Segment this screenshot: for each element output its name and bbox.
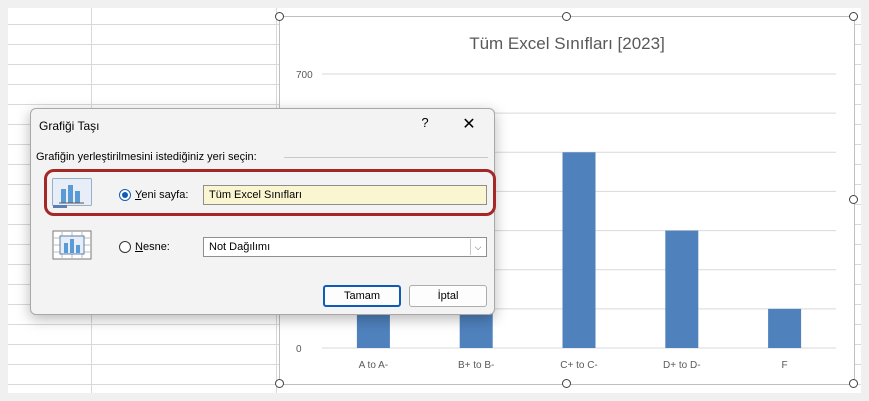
new-sheet-label[interactable]: Yeni sayfa: — [135, 189, 188, 201]
new-sheet-chart-icon — [52, 178, 92, 208]
x-tick-label: D+ to D- — [663, 360, 701, 371]
dialog-title: Grafiği Taşı — [39, 119, 100, 133]
object-sheet-value: Not Dağılımı — [209, 241, 271, 253]
resize-handle-top-center[interactable] — [562, 12, 571, 21]
bar-d-to-d- — [665, 230, 699, 348]
object-chart-icon — [52, 230, 92, 260]
bar-c-to-c- — [562, 152, 596, 348]
y-tick-label: 700 — [296, 70, 313, 81]
resize-handle-top-left[interactable] — [275, 12, 284, 21]
resize-handle-bottom-right[interactable] — [849, 379, 858, 388]
prompt-separator — [284, 157, 488, 158]
new-sheet-name-input[interactable]: Tüm Excel Sınıfları — [203, 185, 487, 205]
x-tick-label: A to A- — [359, 360, 388, 371]
bar-f — [768, 308, 802, 348]
close-button[interactable]: ✕ — [459, 114, 479, 134]
chevron-down-icon[interactable]: ⌵ — [470, 239, 485, 255]
resize-handle-middle-right[interactable] — [849, 195, 858, 204]
help-button[interactable]: ? — [417, 115, 433, 133]
object-sheet-select[interactable]: Not Dağılımı ⌵ — [203, 237, 487, 257]
cancel-button[interactable]: İptal — [409, 285, 487, 307]
dialog-prompt: Grafiğin yerleştirilmesini istediğiniz y… — [36, 151, 257, 163]
move-chart-dialog: Grafiği Taşı ? ✕ Grafiğin yerleştirilmes… — [30, 108, 496, 315]
ok-button[interactable]: Tamam — [323, 285, 401, 307]
new-sheet-radio[interactable] — [119, 189, 131, 201]
x-tick-label: B+ to B- — [458, 360, 494, 371]
x-tick-label: F — [782, 360, 788, 371]
resize-handle-bottom-center[interactable] — [562, 379, 571, 388]
object-radio[interactable] — [119, 241, 131, 253]
y-tick-label: 0 — [296, 344, 302, 355]
resize-handle-top-right[interactable] — [849, 12, 858, 21]
x-tick-label: C+ to C- — [560, 360, 598, 371]
resize-handle-bottom-left[interactable] — [275, 379, 284, 388]
object-label[interactable]: Nesne: — [135, 241, 170, 253]
